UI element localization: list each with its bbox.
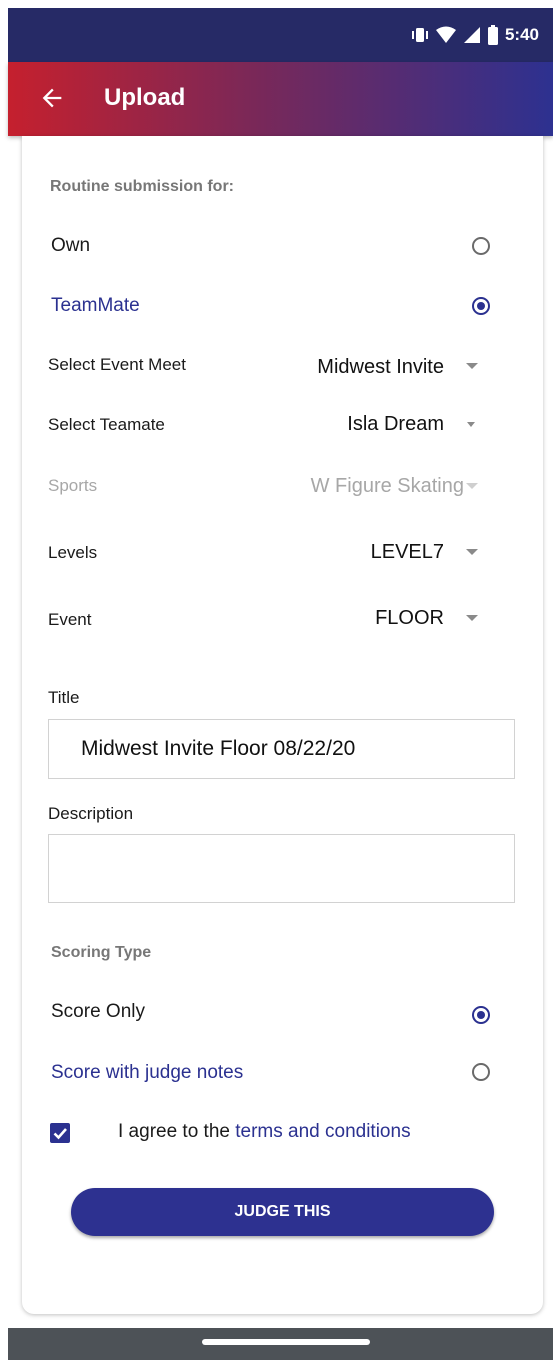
status-bar: 5:40	[8, 8, 553, 62]
terms-checkbox[interactable]	[50, 1123, 70, 1143]
arrow-left-icon[interactable]	[38, 84, 66, 112]
event-meet-label: Select Event Meet	[48, 355, 186, 374]
scoring-option-score-only[interactable]: Score Only	[22, 992, 543, 1032]
score-only-radio[interactable]	[472, 1006, 490, 1024]
judge-this-button[interactable]: JUDGE THIS	[71, 1188, 494, 1236]
title-input[interactable]: Midwest Invite Floor 08/22/20	[48, 719, 515, 779]
event-value: FLOOR	[375, 607, 444, 629]
routine-option-own-label: Own	[51, 235, 91, 256]
description-label: Description	[48, 804, 134, 823]
signal-icon	[463, 27, 480, 43]
teammate-dropdown[interactable]: Isla Dream	[252, 406, 492, 442]
chevron-down-icon	[466, 363, 478, 369]
event-meet-dropdown[interactable]: Midwest Invite	[252, 348, 492, 384]
upload-form-card: Routine submission for: Own TeamMate Sel…	[22, 136, 543, 1314]
scoring-option-judge-notes-label: Score with judge notes	[51, 1062, 244, 1083]
judge-notes-radio[interactable]	[472, 1063, 490, 1081]
terms-prefix: I agree to the	[118, 1121, 230, 1142]
title-input-value: Midwest Invite Floor 08/22/20	[81, 737, 356, 760]
routine-teammate-radio[interactable]	[472, 297, 490, 315]
vibrate-icon	[411, 28, 428, 42]
routine-heading: Routine submission for:	[50, 178, 234, 195]
teammate-label: Select Teamate	[48, 415, 165, 434]
scoring-option-score-only-label: Score Only	[51, 1001, 145, 1022]
check-icon	[53, 1128, 67, 1140]
terms-link[interactable]: terms and conditions	[235, 1121, 410, 1142]
sports-dropdown: W Figure Skating	[252, 468, 492, 504]
levels-value: LEVEL7	[370, 541, 444, 563]
scoring-heading: Scoring Type	[51, 944, 152, 961]
scoring-option-judge-notes[interactable]: Score with judge notes	[22, 1052, 543, 1092]
chevron-down-icon	[466, 549, 478, 555]
chevron-down-icon	[467, 422, 475, 427]
sports-label: Sports	[48, 476, 98, 495]
levels-dropdown[interactable]: LEVEL7	[252, 534, 492, 570]
routine-option-teammate[interactable]: TeamMate	[22, 286, 543, 326]
sports-value: W Figure Skating	[310, 475, 464, 497]
levels-label: Levels	[48, 543, 98, 562]
status-icons: 5:40	[411, 24, 539, 46]
routine-option-teammate-label: TeamMate	[51, 295, 140, 316]
battery-icon	[487, 25, 498, 45]
event-meet-value: Midwest Invite	[317, 356, 444, 378]
app-bar: Upload	[8, 62, 553, 136]
description-input[interactable]	[48, 834, 515, 903]
routine-own-radio[interactable]	[472, 237, 490, 255]
title-label: Title	[48, 688, 80, 707]
chevron-down-icon	[466, 615, 478, 621]
wifi-icon	[435, 26, 456, 43]
page-title: Upload	[104, 84, 186, 111]
event-dropdown[interactable]: FLOOR	[252, 600, 492, 636]
status-time: 5:40	[504, 25, 539, 44]
event-label: Event	[48, 610, 92, 629]
chevron-down-icon	[466, 483, 478, 489]
home-gesture-bar[interactable]	[202, 1339, 370, 1345]
routine-option-own[interactable]: Own	[22, 226, 543, 266]
navigation-bar	[8, 1328, 553, 1360]
terms-text: I agree to the terms and conditions	[118, 1121, 411, 1143]
teammate-value: Isla Dream	[347, 413, 444, 435]
